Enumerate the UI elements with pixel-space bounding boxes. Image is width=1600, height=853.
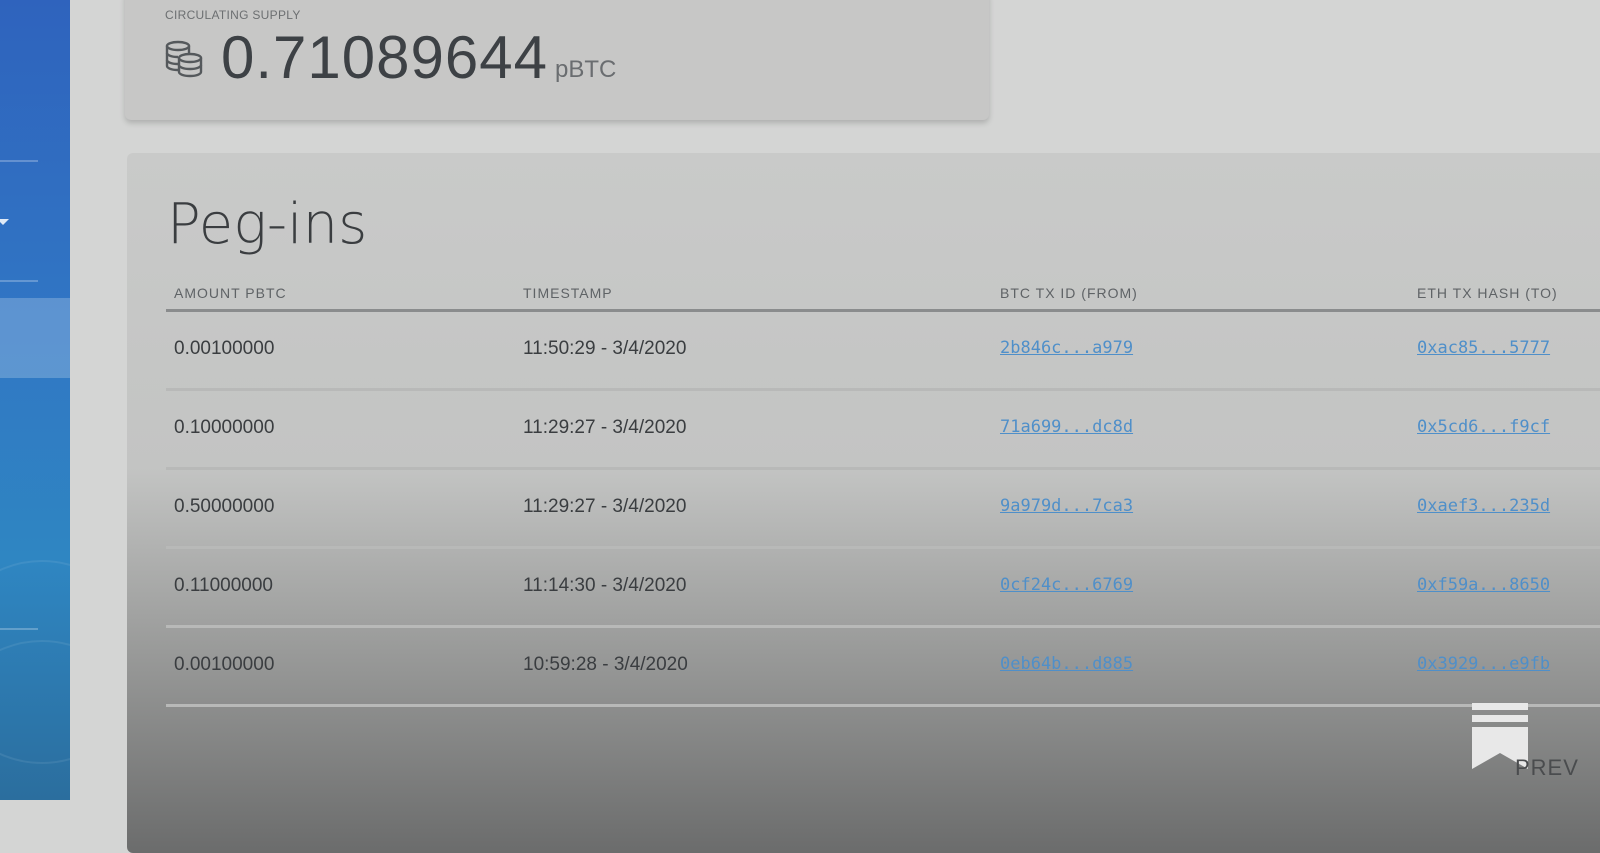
supply-label: CIRCULATING SUPPLY [165, 8, 301, 22]
timestamp-cell: 11:29:27 - 3/4/2020 [523, 496, 687, 517]
amount-cell: 0.00100000 [174, 654, 275, 675]
table-row: 0.11000000 11:14:30 - 3/4/2020 0cf24c...… [166, 549, 1600, 628]
timestamp-cell: 11:29:27 - 3/4/2020 [523, 417, 687, 438]
amount-cell: 0.00100000 [174, 338, 275, 359]
eth-tx-link[interactable]: 0x5cd6...f9cf [1417, 417, 1550, 437]
timestamp-cell: 11:50:29 - 3/4/2020 [523, 338, 687, 359]
column-header-btc-tx[interactable]: BTC TX ID (FROM) [1000, 285, 1138, 301]
eth-tx-link[interactable]: 0xaef3...235d [1417, 496, 1550, 516]
table-row: 0.00100000 10:59:28 - 3/4/2020 0eb64b...… [166, 628, 1600, 707]
supply-unit: pBTC [555, 56, 617, 83]
table-row: 0.00100000 11:50:29 - 3/4/2020 2b846c...… [166, 312, 1600, 391]
pegins-card: Peg-ins AMOUNT pBTC TIMESTAMP BTC TX ID … [127, 153, 1600, 853]
column-header-eth-tx[interactable]: ETH TX HASH (TO) [1417, 285, 1558, 301]
timestamp-cell: 11:14:30 - 3/4/2020 [523, 575, 687, 596]
prev-button[interactable]: PREV [1515, 755, 1579, 781]
amount-cell: 0.50000000 [174, 496, 275, 517]
chevron-down-icon[interactable] [0, 219, 9, 225]
sidebar-item-active[interactable] [0, 298, 70, 378]
btc-tx-link[interactable]: 2b846c...a979 [1000, 338, 1133, 358]
page-title: Peg-ins [167, 192, 368, 257]
table-row: 0.10000000 11:29:27 - 3/4/2020 71a699...… [166, 391, 1600, 470]
table-header: AMOUNT pBTC TIMESTAMP BTC TX ID (FROM) E… [166, 277, 1600, 312]
sidebar-divider [0, 160, 38, 162]
column-header-amount[interactable]: AMOUNT pBTC [174, 285, 287, 301]
sidebar-decoration [0, 640, 70, 800]
eth-tx-link[interactable]: 0xf59a...8650 [1417, 575, 1550, 595]
btc-tx-link[interactable]: 0cf24c...6769 [1000, 575, 1133, 595]
timestamp-cell: 10:59:28 - 3/4/2020 [523, 654, 688, 675]
btc-tx-link[interactable]: 9a979d...7ca3 [1000, 496, 1133, 516]
circulating-supply-card: CIRCULATING SUPPLY 0.71089644 pBTC [125, 0, 989, 120]
eth-tx-link[interactable]: 0xac85...5777 [1417, 338, 1550, 358]
amount-cell: 0.11000000 [174, 575, 273, 596]
coins-icon [165, 40, 203, 78]
eth-tx-link[interactable]: 0x3929...e9fb [1417, 654, 1550, 674]
amount-cell: 0.10000000 [174, 417, 275, 438]
column-header-timestamp[interactable]: TIMESTAMP [523, 285, 613, 301]
sidebar [0, 0, 70, 800]
btc-tx-link[interactable]: 0eb64b...d885 [1000, 654, 1133, 674]
sidebar-divider [0, 280, 38, 282]
pegins-table: AMOUNT pBTC TIMESTAMP BTC TX ID (FROM) E… [166, 277, 1600, 707]
btc-tx-link[interactable]: 71a699...dc8d [1000, 417, 1133, 437]
supply-value: 0.71089644 [221, 24, 548, 91]
table-row: 0.50000000 11:29:27 - 3/4/2020 9a979d...… [166, 470, 1600, 549]
